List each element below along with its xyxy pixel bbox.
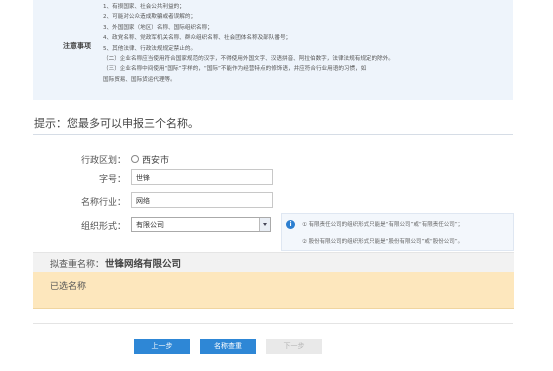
- notice-line: 2、可能对公众造成欺骗或者误解的；: [103, 14, 197, 21]
- selected-names-label: 已选名称: [50, 282, 87, 292]
- industry-input[interactable]: 网络: [131, 192, 273, 208]
- preview-bar: 拟查重名称： 世锋网络有限公司: [33, 252, 514, 272]
- notice-line: （三）企业名称中间使用“国际”字样的，“国际”不能作为经营特点的修饰语，并应符合…: [103, 66, 367, 73]
- preview-label: 拟查重名称：: [50, 260, 105, 270]
- org-form-label: 组织形式：: [80, 222, 126, 232]
- brand-input[interactable]: 世锋: [131, 169, 273, 185]
- notice-line: 5、其他法律、行政法规规定禁止的。: [103, 45, 197, 52]
- notice-line: 3、外国国家（地区）名称、国际组织名称；: [103, 24, 213, 31]
- org-form-value: 有限公司: [136, 221, 164, 229]
- notice-line: （二）企业名称应当使用符合国家规范的汉字，不得使用外国文字、汉语拼音、阿拉伯数字…: [103, 56, 394, 63]
- notice-line: 国际贸易、国际货运代理等。: [103, 76, 176, 83]
- region-radio[interactable]: [131, 155, 139, 163]
- divider: [33, 323, 513, 324]
- check-name-button[interactable]: 名称查重: [200, 339, 256, 354]
- notice-line: 1、有损国家、社会公共利益的；: [103, 4, 185, 10]
- preview-value: 世锋网络有限公司: [105, 259, 182, 270]
- notice-lines: 1、有损国家、社会公共利益的； 2、可能对公众造成欺骗或者误解的； 3、外国国家…: [103, 2, 513, 85]
- brand-label: 字号：: [98, 175, 126, 185]
- next-button[interactable]: 下一步: [266, 339, 322, 354]
- notice-line: 4、政党名称、党政军机关名称、群众组织名称、社会团体名称及部队番号；: [103, 35, 292, 42]
- prev-button[interactable]: 上一步: [134, 339, 190, 354]
- chevron-down-icon[interactable]: [259, 218, 270, 231]
- info-icon: i: [286, 220, 295, 229]
- divider: [33, 134, 513, 135]
- notice-panel: 注意事项 1、有损国家、社会公共利益的； 2、可能对公众造成欺骗或者误解的； 3…: [33, 0, 513, 100]
- org-form-select[interactable]: 有限公司: [131, 217, 271, 232]
- selected-names-panel: 已选名称: [33, 272, 514, 309]
- industry-label: 名称行业：: [80, 198, 126, 208]
- tip-line: ② 股份有限公司的组织形式只能是“股份有限公司”或“股份公司”。: [302, 239, 464, 245]
- notice-label: 注意事项: [63, 42, 91, 50]
- org-form-tip: i ① 有限责任公司的组织形式只能是“有限公司”或“有限责任公司”； ② 股份有…: [281, 213, 514, 251]
- tip-line: ① 有限责任公司的组织形式只能是“有限公司”或“有限责任公司”；: [302, 222, 464, 228]
- region-label: 行政区划：: [80, 156, 126, 166]
- region-value[interactable]: 西安市: [142, 153, 169, 166]
- hint-text: 提示：您最多可以申报三个名称。: [34, 117, 199, 130]
